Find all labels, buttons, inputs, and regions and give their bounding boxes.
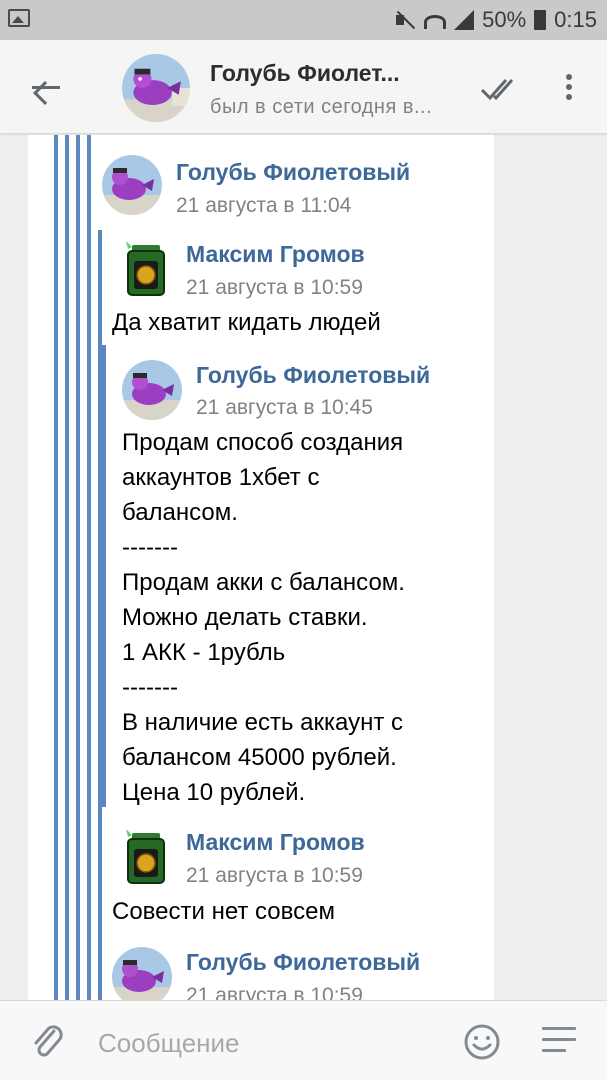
online-status: был в сети сегодня в... — [210, 96, 433, 118]
author-name[interactable]: Максим Громов — [186, 829, 365, 856]
wifi-icon — [424, 15, 447, 29]
gallery-notification-icon — [8, 9, 30, 27]
message-date: 21 августа в 11:04 — [176, 194, 352, 217]
text-line: ------- — [122, 534, 178, 561]
avatar[interactable] — [122, 360, 182, 420]
chat-header: Голубь Фиолет... был в сети сегодня в... — [0, 40, 607, 134]
author-name[interactable]: Голубь Фиолетовый — [176, 159, 410, 186]
text-line: 1 АКК - 1рубль — [122, 639, 286, 666]
message-text: Продам способ создания аккаунтов 1хбет с… — [122, 425, 405, 810]
message-input[interactable] — [98, 1023, 438, 1063]
smile-icon[interactable] — [463, 1023, 501, 1061]
keyboard-menu-icon[interactable] — [542, 1027, 576, 1057]
message-date: 21 августа в 10:59 — [186, 276, 363, 299]
message-text: Да хватит кидать людей — [112, 309, 381, 336]
avatar[interactable] — [116, 827, 176, 887]
text-line: балансом. — [122, 499, 238, 526]
forwarded-message-card: Голубь Фиолетовый 21 августа в 11:04 Мак… — [28, 135, 494, 1001]
author-name[interactable]: Голубь Фиолетовый — [186, 949, 420, 976]
forward-line — [65, 135, 69, 1001]
author-name[interactable]: Голубь Фиолетовый — [196, 362, 430, 389]
text-line: В наличие есть аккаунт с — [122, 709, 403, 736]
avatar[interactable] — [122, 54, 190, 122]
avatar[interactable] — [112, 947, 172, 1001]
back-arrow-icon[interactable] — [28, 70, 64, 104]
status-indicators: 50% 0:15 — [394, 6, 597, 34]
forward-line — [87, 135, 91, 1001]
message-list[interactable]: Голубь Фиолетовый 21 августа в 11:04 Мак… — [0, 135, 607, 1001]
message-text: Совести нет совсем — [112, 898, 335, 925]
paperclip-icon[interactable] — [30, 1023, 66, 1061]
avatar[interactable] — [102, 155, 162, 215]
text-line: ------- — [122, 674, 178, 701]
battery-icon — [534, 10, 547, 30]
forward-line — [54, 135, 58, 1001]
mute-icon — [394, 9, 416, 31]
clock: 0:15 — [554, 7, 597, 32]
more-vert-icon[interactable] — [562, 74, 576, 104]
status-bar: 50% 0:15 — [0, 0, 607, 40]
message-date: 21 августа в 10:45 — [196, 396, 373, 419]
avatar[interactable] — [116, 239, 176, 299]
author-name[interactable]: Максим Громов — [186, 241, 365, 268]
text-line: Цена 10 рублей. — [122, 779, 306, 806]
double-check-icon[interactable] — [480, 74, 520, 102]
text-line: балансом 45000 рублей. — [122, 744, 397, 771]
battery-percent: 50% — [482, 7, 527, 32]
forward-line — [76, 135, 80, 1001]
message-date: 21 августа в 10:59 — [186, 864, 363, 887]
forward-line — [102, 345, 106, 807]
composer — [0, 1000, 607, 1080]
text-line: Можно делать ставки. — [122, 604, 368, 631]
text-line: аккаунтов 1хбет с — [122, 464, 320, 491]
signal-icon — [454, 10, 475, 30]
text-line: Продам акки с балансом. — [122, 569, 405, 596]
message-date: 21 августа в 10:59 — [186, 984, 363, 1001]
chat-title[interactable]: Голубь Фиолет... — [210, 60, 400, 87]
text-line: Продам способ создания — [122, 429, 404, 456]
